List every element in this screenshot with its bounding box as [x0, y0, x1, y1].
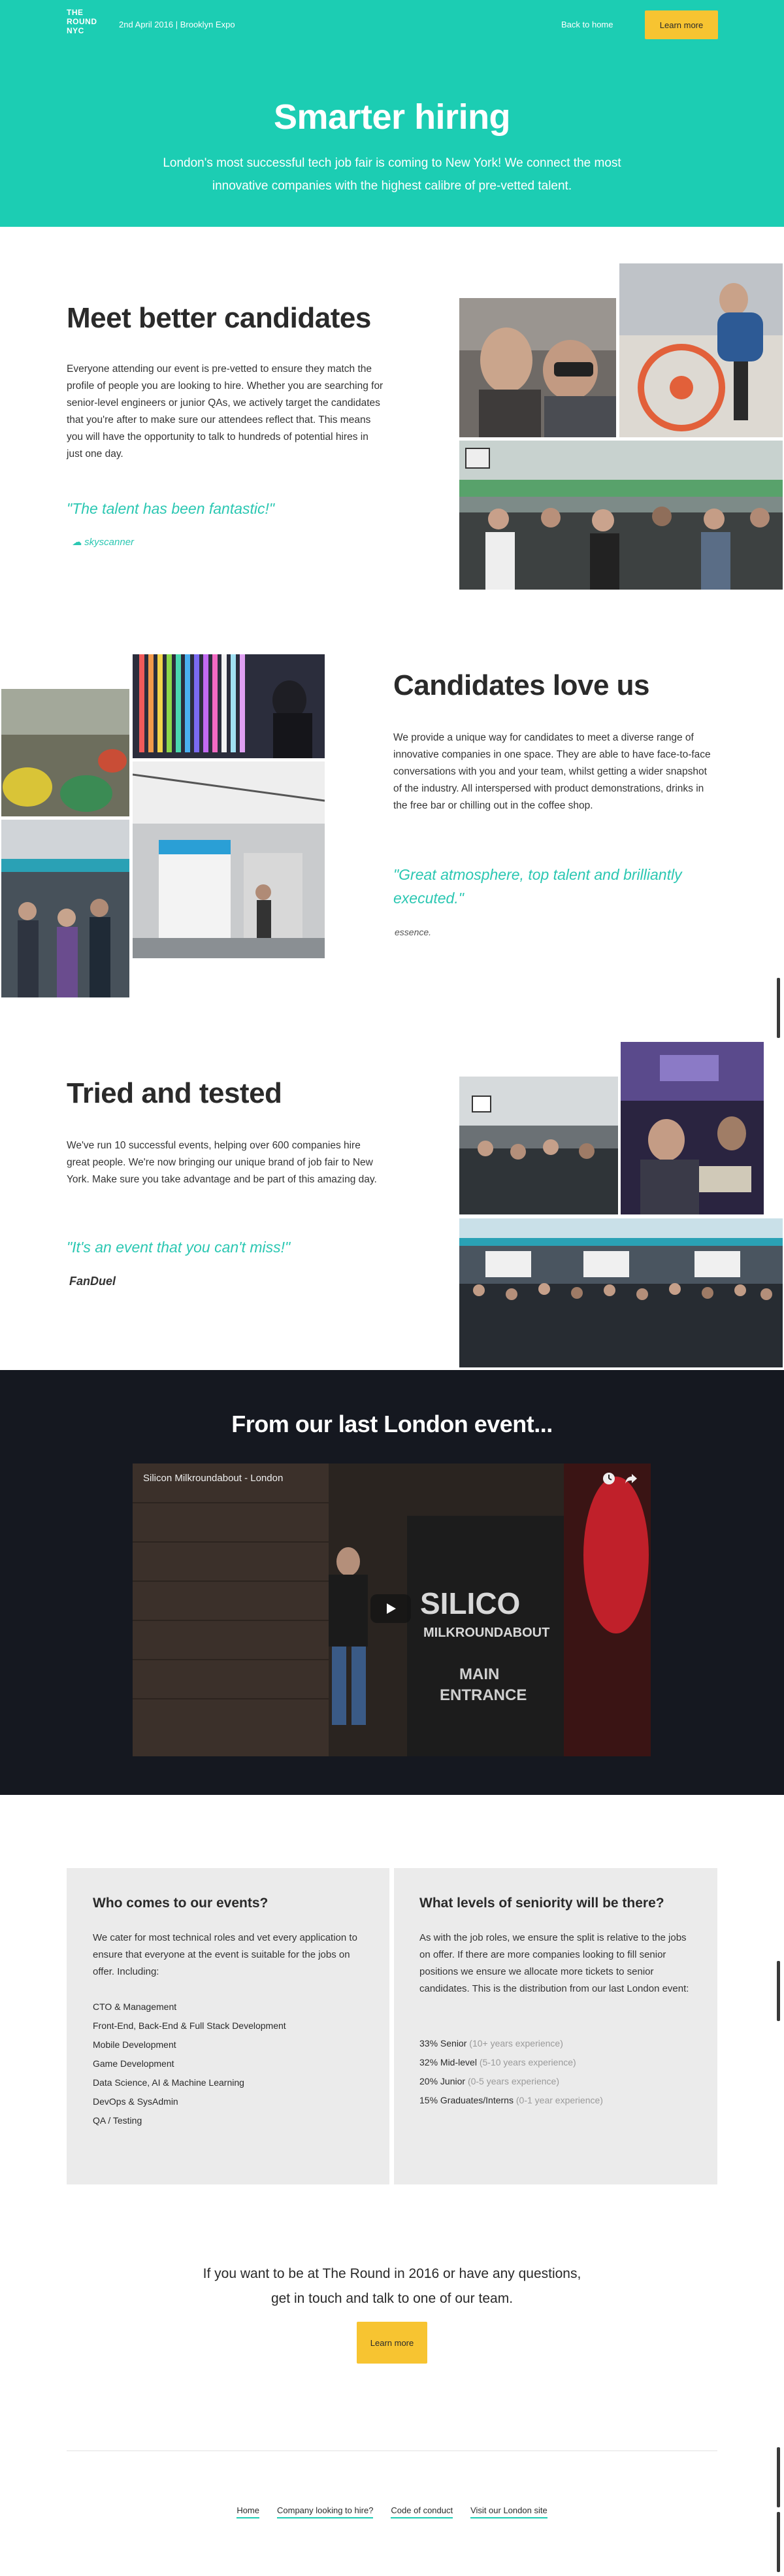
- testimonial-quote: "It's an event that you can't miss!": [67, 1239, 291, 1256]
- box-title: What levels of seniority will be there?: [419, 1896, 664, 1911]
- clock-icon[interactable]: [602, 1471, 616, 1486]
- seniority-box: What levels of seniority will be there? …: [394, 1868, 717, 2184]
- photo-hall-booths: [133, 761, 325, 958]
- list-item: 20% Junior (0-5 years experience): [419, 2076, 559, 2086]
- fanduel-logo: FanDuel: [69, 1275, 116, 1288]
- svg-text:ENTRANCE: ENTRANCE: [440, 1686, 527, 1704]
- box-body: We cater for most technical roles and ve…: [93, 1932, 357, 1977]
- video-player[interactable]: SILICO MILKROUNDABOUT MAIN ENTRANCE Sili…: [133, 1464, 651, 1756]
- svg-text:MAIN: MAIN: [459, 1665, 499, 1683]
- hero-subtitle: London's most successful tech job fair i…: [163, 156, 621, 193]
- footer-link-hire[interactable]: Company looking to hire?: [277, 2505, 374, 2518]
- scrollbar-thumb[interactable]: [777, 2512, 780, 2572]
- list-item: Data Science, AI & Machine Learning: [93, 2077, 244, 2088]
- cloud-icon: ☁: [72, 537, 82, 548]
- essence-logo: essence.: [395, 927, 432, 937]
- footer-link-code-of-conduct[interactable]: Code of conduct: [391, 2505, 453, 2518]
- cta-text: If you want to be at The Round in 2016 o…: [203, 2266, 581, 2306]
- seniority-list: 33% Senior (10+ years experience) 32% Mi…: [419, 2034, 603, 2110]
- share-icon[interactable]: [624, 1471, 638, 1486]
- testimonial-quote: "Great atmosphere, top talent and brilli…: [393, 866, 682, 907]
- back-to-home-link[interactable]: Back to home: [561, 20, 613, 29]
- section-title: Candidates love us: [393, 669, 650, 701]
- video-heading: From our last London event...: [231, 1411, 553, 1437]
- list-item: 15% Graduates/Interns (0-1 year experien…: [419, 2095, 603, 2105]
- footer-navigation: Home Company looking to hire? Code of co…: [0, 2505, 784, 2518]
- testimonial-quote: "The talent has been fantastic!": [67, 500, 275, 517]
- play-icon: [387, 1603, 396, 1614]
- top-navigation: THE ROUND NYC 2nd April 2016 | Brooklyn …: [67, 0, 718, 50]
- photo-bike-smoothie: [619, 263, 783, 437]
- skyscanner-logo: ☁ skyscanner: [72, 537, 135, 548]
- photo-coding-desk: [621, 1042, 764, 1214]
- list-item: Mobile Development: [93, 2039, 176, 2050]
- cta-learn-more-button[interactable]: Learn more: [357, 2322, 427, 2364]
- photo-crowd-hall: [459, 441, 783, 590]
- box-title: Who comes to our events?: [93, 1896, 269, 1911]
- header-learn-more-button[interactable]: Learn more: [645, 10, 718, 39]
- photo-light-tubes: [133, 654, 325, 758]
- section-body: Everyone attending our event is pre-vett…: [67, 363, 384, 460]
- list-item: DevOps & SysAdmin: [93, 2096, 178, 2107]
- event-date-location: 2nd April 2016 | Brooklyn Expo: [119, 20, 235, 29]
- photo-expo-stand: [1, 820, 129, 997]
- who-comes-box: Who comes to our events? We cater for mo…: [67, 1868, 389, 2184]
- site-logo[interactable]: THE ROUND NYC: [67, 8, 97, 35]
- play-button[interactable]: [370, 1594, 411, 1623]
- scrollbar-thumb[interactable]: [777, 2447, 780, 2507]
- photo-queue-crowd: [459, 1077, 618, 1214]
- list-item: Game Development: [93, 2058, 174, 2069]
- list-item: 33% Senior (10+ years experience): [419, 2038, 563, 2049]
- box-body: As with the job roles, we ensure the spl…: [419, 1932, 689, 1994]
- roles-list: CTO & Management Front-End, Back-End & F…: [93, 1998, 286, 2130]
- svg-text:MILKROUNDABOUT: MILKROUNDABOUT: [423, 1626, 549, 1640]
- footer-link-home[interactable]: Home: [237, 2505, 259, 2518]
- scrollbar-thumb[interactable]: [777, 1961, 780, 2021]
- list-item: 32% Mid-level (5-10 years experience): [419, 2057, 576, 2067]
- list-item: CTO & Management: [93, 2001, 177, 2012]
- hero-title: Smarter hiring: [273, 97, 511, 137]
- video-title-overlay: Silicon Milkroundabout - London: [143, 1473, 284, 1484]
- photo-vr-headset: [459, 298, 616, 437]
- list-item: QA / Testing: [93, 2115, 142, 2126]
- section-body: We provide a unique way for candidates t…: [393, 732, 711, 811]
- photo-packed-hall: [459, 1218, 783, 1367]
- scrollbar-thumb[interactable]: [777, 978, 780, 1038]
- section-title: Tried and tested: [67, 1077, 282, 1109]
- list-item: Front-End, Back-End & Full Stack Develop…: [93, 2020, 286, 2031]
- svg-text:SILICO: SILICO: [420, 1586, 520, 1620]
- hero-section: THE ROUND NYC 2nd April 2016 | Brooklyn …: [0, 0, 784, 227]
- section-body: We've run 10 successful events, helping …: [67, 1140, 377, 1185]
- section-title: Meet better candidates: [67, 302, 371, 334]
- photo-beanbags: [1, 689, 129, 816]
- footer-link-london-site[interactable]: Visit our London site: [470, 2505, 547, 2518]
